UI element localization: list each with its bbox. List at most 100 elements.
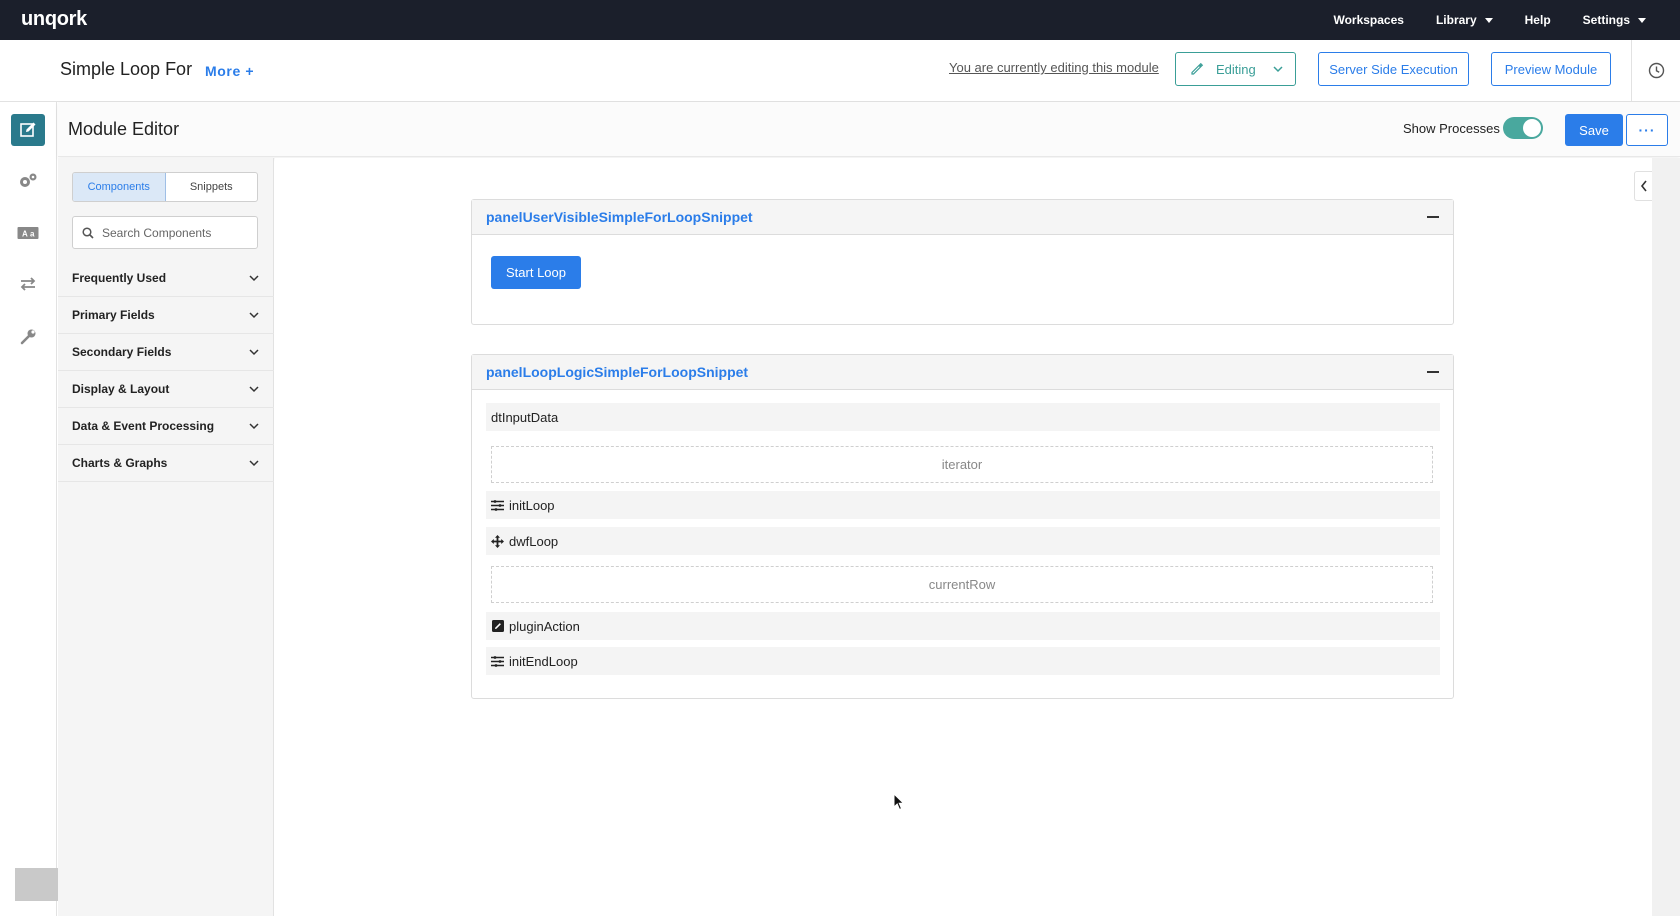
category-primary-fields[interactable]: Primary Fields [58,297,274,334]
rail-tools[interactable] [11,320,45,352]
dropzone-label: iterator [941,457,983,472]
collapse-icon[interactable] [1427,216,1439,218]
tab-snippets[interactable]: Snippets [166,173,258,201]
editing-note-link[interactable]: You are currently editing this module [949,60,1159,75]
history-button[interactable] [1631,40,1680,101]
gears-icon [20,173,37,187]
dropzone-iterator[interactable]: iterator [491,446,1433,483]
component-label: dtInputData [491,409,559,425]
rail-translations[interactable]: Aa [11,217,45,249]
start-loop-button[interactable]: Start Loop [491,256,581,289]
category-secondary-fields[interactable]: Secondary Fields [58,334,274,371]
collapse-right-panel-button[interactable] [1634,171,1652,201]
clock-icon [1648,62,1664,79]
component-label: initEndLoop [509,653,578,669]
chevron-left-icon [1640,180,1647,192]
svg-text:a: a [30,230,35,239]
search-icon [82,226,94,239]
category-frequently-used[interactable]: Frequently Used [58,260,274,297]
right-panel-edge [1652,158,1680,916]
chevron-down-icon [249,460,259,467]
panel-title[interactable]: panelUserVisibleSimpleForLoopSnippet [486,209,753,225]
module-title: Simple Loop For [60,59,193,79]
nav-links: Workspaces Library Help Settings [1301,0,1646,40]
toggle-knob [1523,119,1541,137]
chevron-down-icon [249,423,259,430]
dropzone-label: currentRow [928,577,996,592]
panel-header: panelLoopLogicSimpleForLoopSnippet [472,355,1453,390]
search-box [72,216,258,249]
rail-module-editor[interactable] [11,114,45,146]
edit-icon [20,122,36,137]
nav-workspaces-label: Workspaces [1333,13,1404,27]
nav-library[interactable]: Library [1436,13,1493,27]
chevron-down-icon [249,312,259,319]
show-processes-toggle[interactable] [1503,117,1543,139]
top-nav: unqork Workspaces Library Help Settings [0,0,1680,40]
component-row-initendloop[interactable]: initEndLoop [486,647,1440,675]
server-side-execution-button[interactable]: Server Side Execution [1318,52,1469,86]
editing-dropdown[interactable]: Editing [1175,52,1296,86]
category-label: Display & Layout [72,382,170,396]
category-display-layout[interactable]: Display & Layout [58,371,274,408]
category-charts-graphs[interactable]: Charts & Graphs [58,445,274,482]
module-header: Simple Loop For More + You are currently… [0,40,1680,102]
category-label: Primary Fields [72,308,155,322]
rail-settings[interactable] [11,165,45,197]
category-list: Frequently Used Primary Fields Secondary… [58,260,274,482]
chevron-down-icon [1273,66,1283,73]
component-label: pluginAction [509,618,580,634]
component-label: dwfLoop [509,533,559,549]
component-row-pluginaction[interactable]: pluginAction [486,612,1440,640]
component-label: initLoop [509,497,555,513]
pencil-icon [1191,62,1204,75]
preview-module-button[interactable]: Preview Module [1491,52,1611,86]
collapse-icon[interactable] [1427,371,1439,373]
component-row-dwfloop[interactable]: dwfLoop [486,527,1440,555]
chevron-down-icon [249,349,259,356]
editing-label: Editing [1216,61,1256,77]
save-button[interactable]: Save [1565,114,1623,146]
category-label: Charts & Graphs [72,456,168,470]
panel-loop-logic[interactable]: panelLoopLogicSimpleForLoopSnippet dtInp… [471,354,1454,699]
list-icon [491,655,504,668]
module-editor-title: Module Editor [68,119,180,139]
more-options-button[interactable]: ··· [1626,114,1668,146]
left-rail: Aa [0,102,82,916]
nav-help[interactable]: Help [1525,13,1551,27]
caret-down-icon [1638,17,1646,23]
panel-title[interactable]: panelLoopLogicSimpleForLoopSnippet [486,364,748,380]
search-input[interactable] [102,225,252,240]
more-link[interactable]: More + [205,63,254,79]
move-icon [491,534,504,548]
logo[interactable]: unqork [21,8,87,31]
category-label: Data & Event Processing [72,419,215,433]
mouse-cursor-icon [893,793,905,811]
list-icon [491,499,504,512]
nav-help-label: Help [1524,13,1551,27]
nav-library-label: Library [1435,13,1477,27]
transfer-icon [20,277,36,291]
wrench-icon [20,329,35,344]
translate-icon: Aa [17,227,39,239]
category-data-event-processing[interactable]: Data & Event Processing [58,408,274,445]
chevron-down-icon [249,386,259,393]
nav-settings-label: Settings [1582,13,1630,27]
nav-workspaces[interactable]: Workspaces [1333,13,1403,27]
component-row-initloop[interactable]: initLoop [486,491,1440,519]
nav-settings[interactable]: Settings [1583,13,1646,27]
caret-down-icon [1484,17,1493,23]
components-sidebar: Components Snippets Frequently Used Prim… [58,158,274,916]
component-row-dtinputdata[interactable]: dtInputData [486,403,1440,431]
show-processes-label: Show Processes [1403,121,1500,136]
chevron-down-icon [249,275,259,282]
dropzone-currentrow[interactable]: currentRow [491,566,1433,603]
editor-toolbar: Module Editor Show Processes Save ··· [58,102,1680,157]
plugin-icon [491,620,504,633]
tab-components[interactable]: Components [73,173,166,201]
svg-text:A: A [22,230,28,239]
panel-header: panelUserVisibleSimpleForLoopSnippet [472,200,1453,235]
panel-user-visible[interactable]: panelUserVisibleSimpleForLoopSnippet Sta… [471,199,1454,325]
rail-data[interactable] [11,268,45,300]
category-label: Frequently Used [72,271,167,285]
